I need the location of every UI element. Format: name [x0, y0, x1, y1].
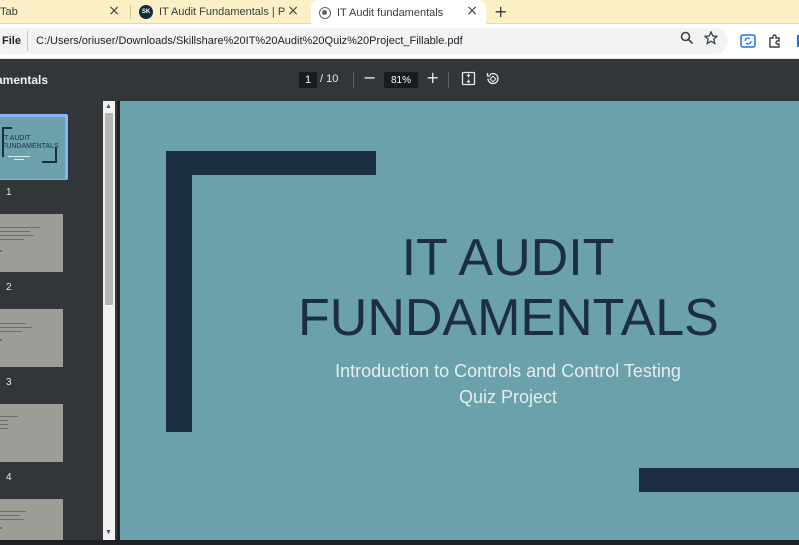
thumbnail-number: 2: [6, 282, 12, 293]
tab-strip: Tab × SK IT Audit Fundamentals | Peju Ak…: [0, 0, 799, 25]
thumbnail-page-2[interactable]: [0, 214, 63, 272]
slide-title: IT AUDIT FUNDAMENTALS: [298, 228, 719, 348]
zoom-in-button[interactable]: +: [426, 68, 439, 87]
close-icon[interactable]: ×: [108, 3, 120, 19]
browser-toolbar: File C:/Users/oriuser/Downloads/Skillsha…: [0, 24, 799, 59]
thumbnail-page-1[interactable]: IT AUDIT FUNDAMENTALS: [0, 117, 65, 179]
tab-prev[interactable]: Tab ×: [0, 0, 128, 24]
thumbnail-number: 1: [6, 187, 12, 198]
scroll-up-arrow-icon[interactable]: ▲: [105, 103, 112, 110]
sync-icon[interactable]: [739, 32, 757, 50]
slide-subtitle-line: Quiz Project: [458, 387, 558, 407]
thumbnail-page-4[interactable]: [0, 404, 63, 462]
slide-subtitle: Introduction to Controls and Control Tes…: [298, 358, 718, 410]
slide-subtitle-line: Introduction to Controls and Control Tes…: [335, 361, 681, 381]
page-total: / 10: [320, 73, 339, 85]
tab-title: Tab: [0, 6, 18, 18]
close-icon[interactable]: ×: [466, 3, 478, 19]
tab-active-pdf[interactable]: IT Audit fundamentals ×: [311, 0, 486, 25]
decor-bar-bottom-right: [639, 468, 799, 492]
rotate-icon[interactable]: [485, 71, 501, 87]
zoom-out-button[interactable]: −: [363, 68, 376, 87]
thumbnail-number: 3: [6, 377, 12, 388]
thumbnail-page-5[interactable]: [0, 499, 63, 540]
search-icon[interactable]: [680, 31, 694, 48]
thumbnail-page-3[interactable]: [0, 309, 63, 367]
thumbnail-sidebar: IT AUDIT FUNDAMENTALS 1 2 3 4 ▲ ▼: [0, 101, 117, 540]
toolbar-divider: [353, 72, 354, 88]
pdf-toolbar: amentals 1 / 10 − 81% +: [0, 59, 799, 101]
slide-title-line: IT AUDIT: [401, 229, 615, 287]
skillshare-favicon-icon: SK: [139, 5, 153, 19]
address-bar[interactable]: File C:/Users/oriuser/Downloads/Skillsha…: [0, 28, 728, 54]
zoom-level-input[interactable]: 81%: [384, 72, 418, 88]
sidebar-scrollbar-thumb[interactable]: [105, 113, 113, 305]
slide-title-line: FUNDAMENTALS: [298, 289, 719, 347]
fit-page-icon[interactable]: [461, 71, 477, 87]
star-icon[interactable]: [703, 30, 719, 48]
tab-title: IT Audit Fundamentals | Peju Ak: [159, 6, 285, 18]
new-tab-button[interactable]: +: [494, 2, 507, 21]
decor-bar-top: [166, 151, 376, 175]
globe-icon: [319, 6, 331, 19]
thumbnail-title: IT AUDIT FUNDAMENTALS: [2, 135, 59, 150]
close-icon[interactable]: ×: [287, 3, 299, 19]
profile-icon[interactable]: [791, 32, 799, 50]
tab-title: IT Audit fundamentals: [337, 6, 444, 19]
scroll-down-arrow-icon[interactable]: ▼: [105, 529, 112, 536]
extensions-icon[interactable]: [766, 32, 784, 50]
decor-bar-left: [166, 151, 192, 432]
document-title: amentals: [0, 73, 49, 87]
file-chip[interactable]: File: [0, 31, 28, 51]
toolbar-divider: [448, 72, 449, 88]
page-number-input[interactable]: 1: [299, 72, 317, 88]
thumbnail-number: 4: [6, 472, 12, 483]
tab-skillshare[interactable]: SK IT Audit Fundamentals | Peju Ak ×: [131, 0, 307, 24]
pdf-page-1: IT AUDIT FUNDAMENTALS Introduction to Co…: [120, 101, 799, 540]
url-text[interactable]: C:/Users/oriuser/Downloads/Skillshare%20…: [36, 35, 463, 47]
